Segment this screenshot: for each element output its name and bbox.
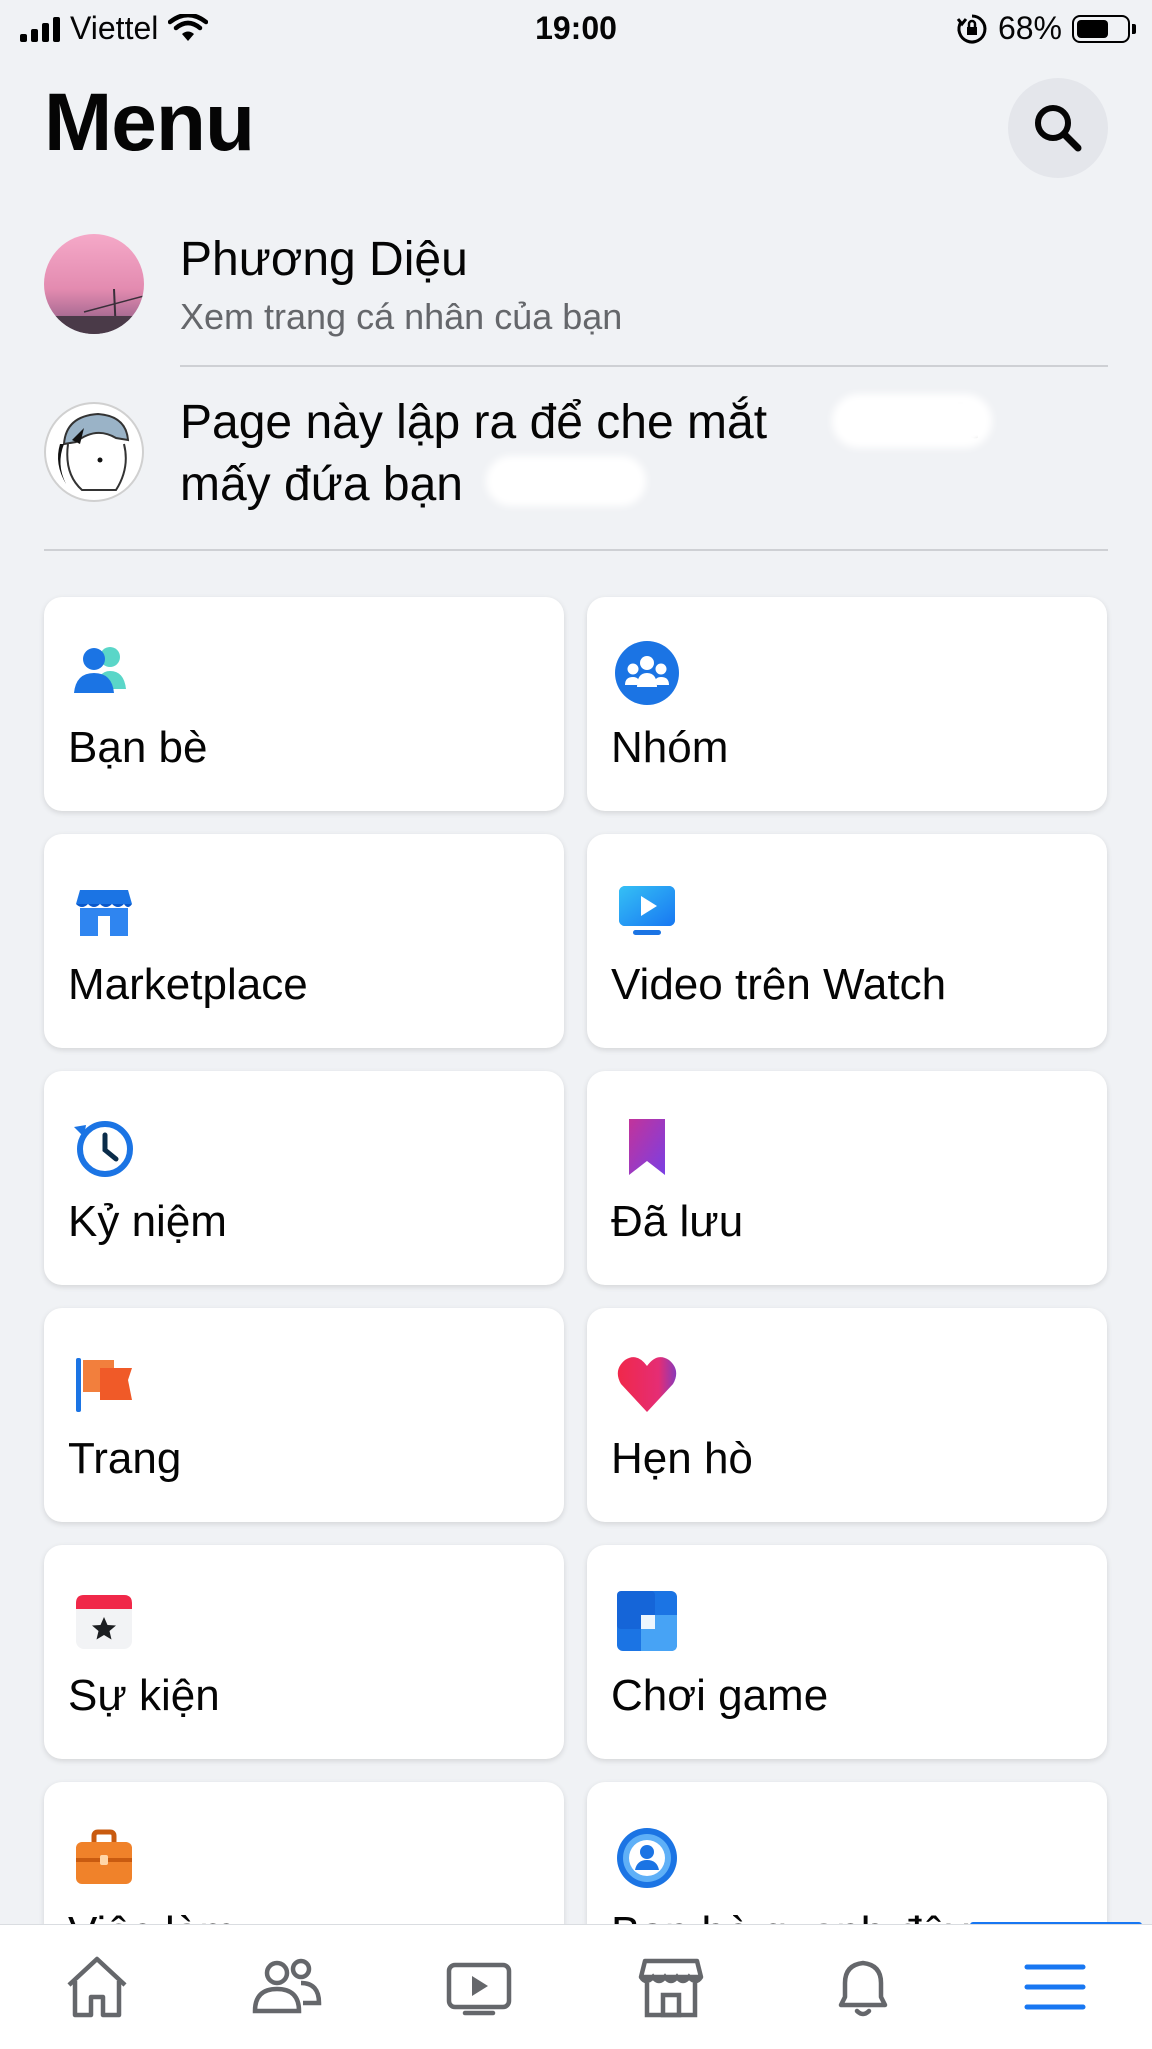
page-avatar[interactable] [44,402,144,502]
marketplace-tab-icon [638,1958,704,2018]
tab-watch[interactable] [384,1925,574,2049]
groups-icon [615,641,679,705]
shortcut-card[interactable]: Marketplace [44,834,564,1048]
shortcut-card[interactable]: Kỷ niệm [44,1071,564,1285]
shortcut-label: Chơi game [611,1671,829,1720]
page-title: Menu [44,77,255,168]
profile-name: Phương Diệu [180,233,468,286]
page-name-line1: Page này lập ra để che mắt [180,396,768,449]
saved-icon [629,1119,665,1175]
tab-notifications[interactable] [768,1925,958,2049]
page-name-line2: mấy đứa bạn [180,458,463,511]
status-bar: Viettel 19:00 68% [0,0,1152,60]
shortcut-label: Trang [68,1434,182,1483]
profile-divider [180,365,1108,367]
shortcut-label: Video trên Watch [611,960,947,1009]
tab-home[interactable] [2,1925,192,2049]
events-calendar-icon [76,1595,132,1649]
tab-marketplace[interactable] [576,1925,766,2049]
shortcut-card[interactable]: Trang [44,1308,564,1522]
jobs-briefcase-icon [76,1829,132,1884]
shortcut-label: Marketplace [68,960,308,1009]
page-divider [44,549,1108,551]
search-icon [1035,105,1082,152]
search-button[interactable] [1008,78,1108,178]
shortcut-card[interactable]: Hẹn hò [587,1308,1107,1522]
shortcut-card[interactable]: Bạn bè [44,597,564,811]
tab-friends[interactable] [192,1925,382,2049]
shortcut-label: Nhóm [611,723,729,772]
shortcut-card[interactable]: Đã lưu [587,1071,1107,1285]
profile-avatar[interactable] [44,234,144,334]
shortcut-card[interactable]: Chơi game [587,1545,1107,1759]
shortcut-label: Bạn bè [68,723,208,772]
memories-icon [74,1121,133,1177]
profile-subtitle: Xem trang cá nhân của bạn [180,296,623,337]
gaming-icon [617,1591,677,1651]
shortcut-card[interactable]: Video trên Watch [587,834,1107,1048]
home-icon [67,1956,127,2018]
redaction-mark [486,456,646,506]
shortcut-card[interactable]: Nhóm [587,597,1107,811]
orientation-lock-icon [956,14,987,43]
menu-hamburger-icon [1024,1964,1086,2010]
dating-heart-icon [617,1357,677,1412]
marketplace-icon [76,890,132,936]
shortcut-label: Đã lưu [611,1197,744,1246]
bottom-tab-bar [0,1924,1152,2049]
battery-icon [1072,14,1136,43]
shortcut-label: Sự kiện [68,1671,220,1720]
watch-tab-icon [446,1962,512,2016]
shortcut-label: Hẹn hò [611,1434,753,1483]
friends-icon [74,647,126,693]
shortcut-label: Kỷ niệm [68,1197,227,1246]
watch-icon [619,886,675,935]
tab-menu[interactable] [960,1925,1150,2049]
pages-flag-icon [76,1358,132,1412]
redaction-mark [832,394,992,448]
battery-level-fill [1077,19,1109,38]
notifications-bell-icon [838,1960,888,2017]
shortcut-card[interactable]: Sự kiện [44,1545,564,1759]
friends-tab-icon [252,1958,322,2014]
nearby-friends-icon [617,1828,677,1888]
battery-percent: 68% [997,10,1062,46]
profile-row[interactable]: Phương Diệu Xem trang cá nhân của bạn [44,232,1108,342]
